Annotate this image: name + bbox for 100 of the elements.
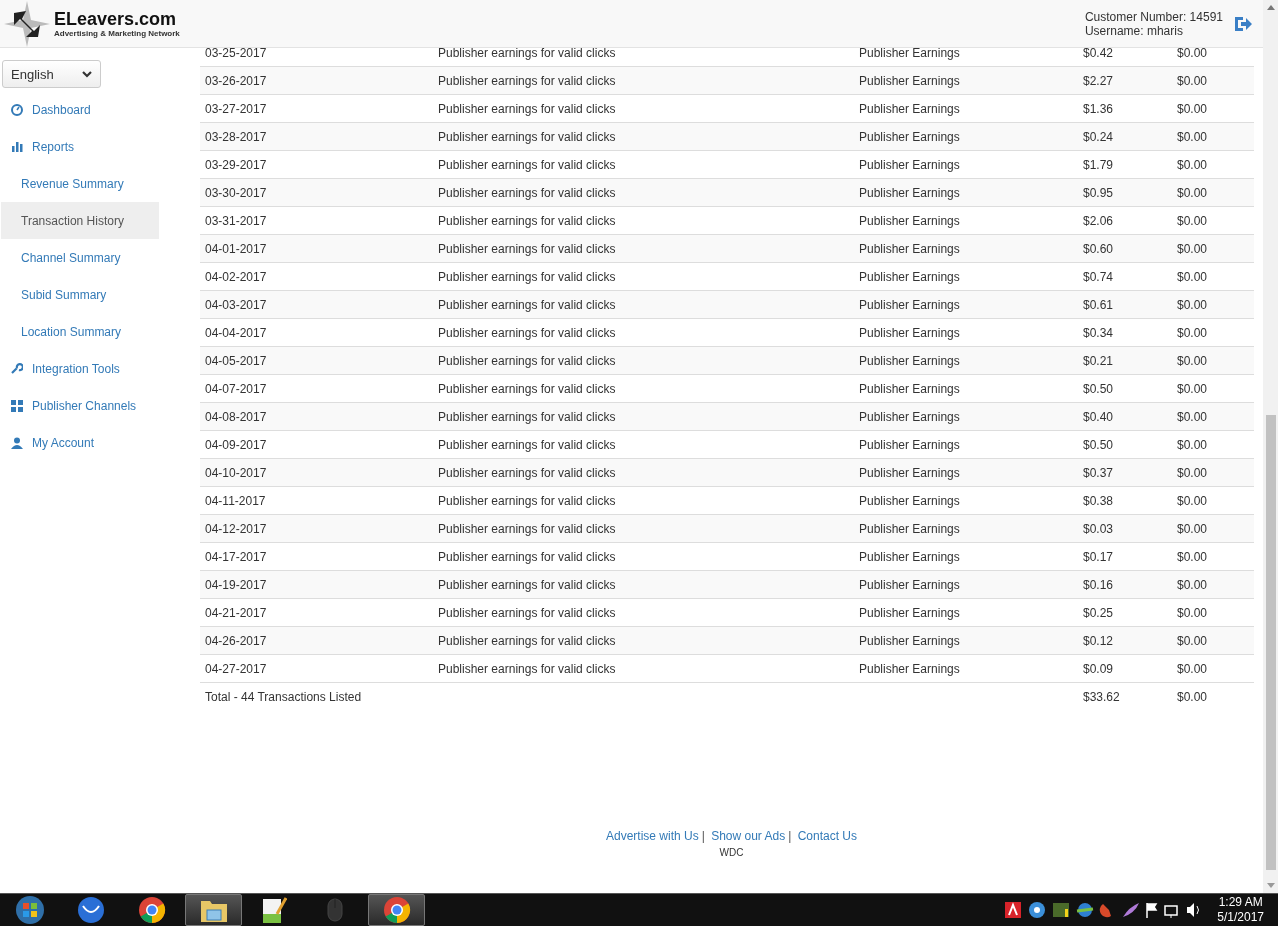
table-cell-text: $0.00: [1176, 353, 1209, 368]
table-cell-text: 04-03-2017: [204, 297, 268, 312]
table-cell-text: $0.25: [1082, 605, 1115, 620]
table-cell-text: $0.40: [1082, 409, 1115, 424]
table-cell-text: 04-21-2017: [204, 605, 268, 620]
table-cell-text: Publisher earnings for valid clicks: [437, 297, 617, 312]
nav-item[interactable]: Transaction History: [1, 202, 159, 239]
app-icon: [77, 896, 105, 924]
table-cell-text: $0.00: [1176, 521, 1209, 536]
table-cell-text: Publisher Earnings: [858, 465, 961, 480]
table-cell-text: Publisher Earnings: [858, 381, 961, 396]
dashboard-icon: [11, 103, 23, 116]
footer-link[interactable]: Contact Us: [797, 829, 857, 843]
table-cell-text: $0.00: [1176, 325, 1209, 340]
table-cell-text: $0.60: [1082, 241, 1115, 256]
link-separator: |: [701, 829, 705, 843]
table-cell-text: Publisher Earnings: [858, 605, 961, 620]
total-amount: $33.62: [1082, 689, 1121, 704]
table-cell-text: Publisher earnings for valid clicks: [437, 493, 617, 508]
taskbar-clock[interactable]: 1:29 AM 5/1/2017: [1217, 895, 1264, 925]
table-cell-text: Publisher earnings for valid clicks: [437, 241, 617, 256]
table-cell-text: Publisher Earnings: [858, 437, 961, 452]
table-cell-text: $0.50: [1082, 381, 1115, 396]
wrench-icon: [11, 362, 23, 375]
mouse-icon: [326, 897, 344, 923]
table-cell-text: $0.74: [1082, 269, 1115, 284]
logout-icon[interactable]: [1233, 14, 1253, 33]
nav-item[interactable]: Dashboard: [1, 91, 159, 128]
link-separator: |: [788, 829, 792, 843]
table-cell-text: $2.27: [1082, 73, 1115, 88]
language-select[interactable]: English: [2, 60, 101, 88]
table-cell-text: Publisher Earnings: [858, 633, 961, 648]
table-cell-text: $0.12: [1082, 633, 1115, 648]
table-cell-text: $0.00: [1176, 241, 1209, 256]
footer-link[interactable]: Show our Ads: [711, 829, 786, 843]
table-cell-text: $0.00: [1176, 73, 1209, 88]
nav-item[interactable]: My Account: [1, 424, 159, 461]
table-cell-text: $0.00: [1176, 549, 1209, 564]
table-cell-text: $0.09: [1082, 661, 1115, 676]
nav-item[interactable]: Integration Tools: [1, 350, 159, 387]
scroll-up-icon[interactable]: [1266, 5, 1275, 10]
table-cell-text: Publisher earnings for valid clicks: [437, 437, 617, 452]
table-cell-text: $0.50: [1082, 437, 1115, 452]
table-cell-text: $0.42: [1082, 45, 1115, 60]
table-cell-text: Publisher Earnings: [858, 577, 961, 592]
table-cell-text: Publisher Earnings: [858, 129, 961, 144]
scrollbar[interactable]: [1263, 0, 1278, 893]
table-cell-text: $0.21: [1082, 353, 1115, 368]
taskbar-button[interactable]: [368, 894, 425, 926]
table-cell-text: $0.37: [1082, 465, 1115, 480]
total-amount: $0.00: [1176, 689, 1209, 704]
table-cell-text: Publisher earnings for valid clicks: [437, 157, 617, 172]
table-cell-text: $0.61: [1082, 297, 1115, 312]
logo-tagline: Advertising & Marketing Network: [54, 29, 180, 38]
table-cell-text: Publisher Earnings: [858, 409, 961, 424]
clock-date: 5/1/2017: [1217, 910, 1264, 925]
nav-item[interactable]: Reports: [1, 128, 159, 165]
table-cell-text: Publisher earnings for valid clicks: [437, 381, 617, 396]
logo-title: ELeavers.com: [54, 9, 178, 29]
table-cell-text: Publisher Earnings: [858, 45, 961, 60]
table-cell-text: Publisher Earnings: [858, 353, 961, 368]
table-cell-text: Publisher Earnings: [858, 101, 961, 116]
table-cell-text: 04-07-2017: [204, 381, 268, 396]
nav-item[interactable]: Subid Summary: [1, 276, 159, 313]
table-cell-text: $0.03: [1082, 521, 1115, 536]
table-cell-text: $0.00: [1176, 213, 1209, 228]
nav-item[interactable]: Publisher Channels: [1, 387, 159, 424]
table-cell-text: 03-30-2017: [204, 185, 268, 200]
table-cell-text: 04-12-2017: [204, 521, 268, 536]
table-cell-text: $0.16: [1082, 577, 1115, 592]
table-cell-text: 04-09-2017: [204, 437, 268, 452]
taskbar-button[interactable]: [185, 894, 242, 926]
notepad-icon: [261, 896, 287, 924]
table-cell-text: 04-04-2017: [204, 325, 268, 340]
table-cell-text: $0.00: [1176, 129, 1209, 144]
grid-icon: [11, 399, 23, 412]
table-cell-text: Publisher earnings for valid clicks: [437, 269, 617, 284]
table-cell-text: 03-27-2017: [204, 101, 268, 116]
scrollbar-thumb[interactable]: [1265, 415, 1276, 870]
table-cell-text: Publisher earnings for valid clicks: [437, 577, 617, 592]
table-cell-text: 03-29-2017: [204, 157, 268, 172]
nav-item[interactable]: Location Summary: [1, 313, 159, 350]
table-cell-text: Publisher Earnings: [858, 661, 961, 676]
table-cell-text: $0.00: [1176, 157, 1209, 172]
table-cell-text: Publisher earnings for valid clicks: [437, 409, 617, 424]
bar-chart-icon: [11, 141, 23, 152]
table-cell-text: Publisher Earnings: [858, 549, 961, 564]
table-cell-text: 04-08-2017: [204, 409, 268, 424]
nav-item[interactable]: Channel Summary: [1, 239, 159, 276]
table-cell-text: Publisher Earnings: [858, 213, 961, 228]
table-cell-text: 04-17-2017: [204, 549, 268, 564]
nav-item[interactable]: Revenue Summary: [1, 165, 159, 202]
total-label: Total - 44 Transactions Listed: [204, 689, 363, 704]
table-cell-text: Publisher earnings for valid clicks: [437, 661, 617, 676]
username: Username: mharis: [1084, 23, 1184, 38]
customer-number: Customer Number: 14591: [1084, 9, 1223, 24]
footer-link[interactable]: Advertise with Us: [605, 829, 699, 843]
table-cell-text: $0.38: [1082, 493, 1115, 508]
table-cell-text: Publisher Earnings: [858, 325, 961, 340]
table-cell-text: $1.36: [1082, 101, 1115, 116]
